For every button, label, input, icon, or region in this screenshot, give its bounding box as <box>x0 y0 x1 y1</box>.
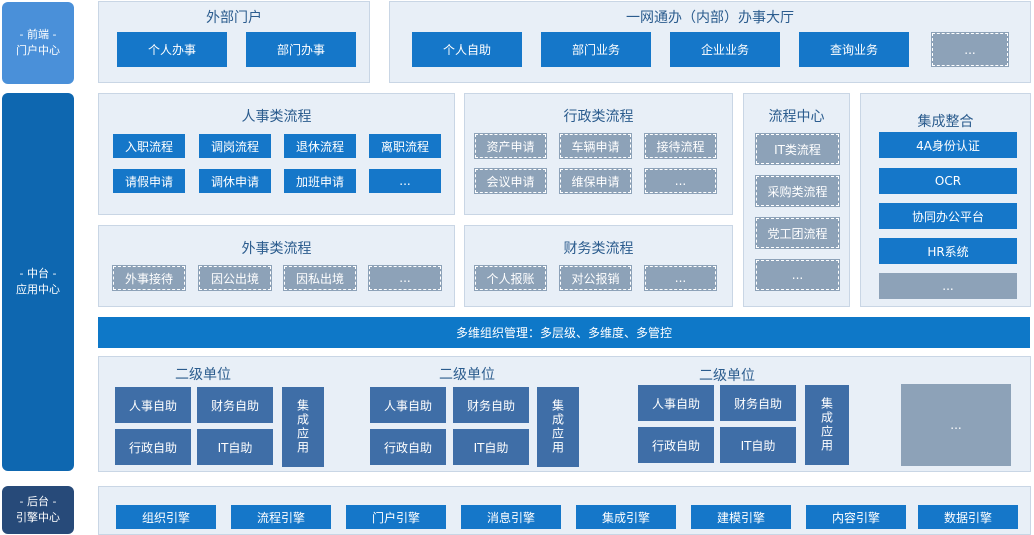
sidebar-middle-sublabel: 应用中心 <box>16 283 60 296</box>
procurement-process-button[interactable]: 采购类流程 <box>755 175 840 207</box>
integration-title: 集成整合 <box>917 114 974 130</box>
sidebar-back-engine-center: - 后台 - 引擎中心 <box>2 486 74 534</box>
unit-3-app-button[interactable]: 集成应用 <box>805 385 849 465</box>
foreign-more-button[interactable]: ... <box>368 265 442 291</box>
private-exit-button[interactable]: 因私出境 <box>283 265 357 291</box>
hr-transfer-button[interactable]: 调岗流程 <box>199 134 271 158</box>
query-business-button[interactable]: 查询业务 <box>799 32 909 67</box>
hr-resignation-button[interactable]: 离职流程 <box>369 134 441 158</box>
admin-maintenance-button[interactable]: 维保申请 <box>559 168 632 194</box>
process-center-more-button[interactable]: ... <box>755 259 840 291</box>
message-engine-button[interactable]: 消息引擎 <box>461 505 561 529</box>
sidebar-back-sublabel: 引擎中心 <box>16 511 60 524</box>
integration-panel: 集成整合 4A身份认证 OCR 协同办公平台 HR系统 ... <box>860 93 1031 307</box>
department-business-button[interactable]: 部门业务 <box>541 32 651 67</box>
unit-3-title: 二级单位 <box>699 368 755 384</box>
foreign-reception-button[interactable]: 外事接待 <box>112 265 186 291</box>
hr-process-title: 人事类流程 <box>241 109 312 125</box>
party-union-process-button[interactable]: 党工团流程 <box>755 217 840 249</box>
sidebar-middle-app-center: - 中台 - 应用中心 <box>2 93 74 471</box>
unit-2-finance-button[interactable]: 财务自助 <box>453 387 529 423</box>
it-process-button[interactable]: IT类流程 <box>755 133 840 165</box>
modeling-engine-button[interactable]: 建模引擎 <box>691 505 791 529</box>
hr-onboarding-button[interactable]: 入职流程 <box>113 134 185 158</box>
enterprise-business-button[interactable]: 企业业务 <box>670 32 780 67</box>
sidebar-back-label: - 后台 - <box>19 495 57 508</box>
hr-compensatory-leave-button[interactable]: 调休申请 <box>199 169 271 193</box>
sidebar-front-sublabel: 门户中心 <box>16 44 60 57</box>
org-engine-button[interactable]: 组织引擎 <box>116 505 216 529</box>
integration-more-button[interactable]: ... <box>879 273 1017 299</box>
personal-affairs-button[interactable]: 个人办事 <box>117 32 227 67</box>
unit-1-app-button[interactable]: 集成应用 <box>282 387 324 467</box>
process-center-panel: 流程中心 IT类流程 采购类流程 党工团流程 ... <box>743 93 850 307</box>
finance-more-button[interactable]: ... <box>644 265 717 291</box>
data-engine-button[interactable]: 数据引擎 <box>918 505 1018 529</box>
sidebar-middle-label: - 中台 - <box>19 267 57 280</box>
more-portal-button[interactable]: ... <box>931 32 1009 67</box>
unit-1-hr-button[interactable]: 人事自助 <box>115 387 191 423</box>
hr-system-button[interactable]: HR系统 <box>879 238 1017 264</box>
process-center-title: 流程中心 <box>768 109 825 125</box>
admin-reception-button[interactable]: 接待流程 <box>644 133 717 159</box>
sidebar-front-portal-center: - 前端 - 门户中心 <box>2 2 74 84</box>
multi-org-management-bar: 多维组织管理：多层级、多维度、多管控 <box>98 317 1030 348</box>
unit-1-it-button[interactable]: IT自助 <box>197 429 273 465</box>
units-more-block[interactable]: ... <box>901 384 1011 466</box>
admin-process-title: 行政类流程 <box>563 109 634 125</box>
unit-2-app-button[interactable]: 集成应用 <box>537 387 579 467</box>
unit-2-admin-button[interactable]: 行政自助 <box>370 429 446 465</box>
4a-auth-button[interactable]: 4A身份认证 <box>879 132 1017 158</box>
secondary-units-panel: 二级单位 人事自助 财务自助 行政自助 IT自助 集成应用 二级单位 人事自助 … <box>98 356 1031 472</box>
sidebar-front-label: - 前端 - <box>19 28 57 41</box>
process-engine-button[interactable]: 流程引擎 <box>231 505 331 529</box>
unit-3-it-button[interactable]: IT自助 <box>720 427 796 463</box>
hr-process-panel: 人事类流程 入职流程 调岗流程 退休流程 离职流程 请假申请 调休申请 加班申请… <box>98 93 455 215</box>
finance-process-title: 财务类流程 <box>563 241 634 257</box>
foreign-process-title: 外事类流程 <box>241 241 312 257</box>
unit-1-admin-button[interactable]: 行政自助 <box>115 429 191 465</box>
official-exit-button[interactable]: 因公出境 <box>198 265 272 291</box>
finance-process-panel: 财务类流程 个人报账 对公报销 ... <box>464 225 733 307</box>
personal-self-service-button[interactable]: 个人自助 <box>412 32 522 67</box>
hr-more-button[interactable]: ... <box>369 169 441 193</box>
admin-asset-button[interactable]: 资产申请 <box>474 133 547 159</box>
unit-1-title: 二级单位 <box>175 367 231 383</box>
unit-1-finance-button[interactable]: 财务自助 <box>197 387 273 423</box>
hr-overtime-button[interactable]: 加班申请 <box>284 169 356 193</box>
admin-meeting-button[interactable]: 会议申请 <box>474 168 547 194</box>
engine-panel: 组织引擎 流程引擎 门户引擎 消息引擎 集成引擎 建模引擎 内容引擎 数据引擎 <box>98 486 1031 535</box>
unit-3-finance-button[interactable]: 财务自助 <box>720 385 796 421</box>
personal-reimbursement-button[interactable]: 个人报账 <box>474 265 547 291</box>
portal-engine-button[interactable]: 门户引擎 <box>346 505 446 529</box>
content-engine-button[interactable]: 内容引擎 <box>806 505 906 529</box>
admin-more-button[interactable]: ... <box>644 168 717 194</box>
admin-vehicle-button[interactable]: 车辆申请 <box>559 133 632 159</box>
external-portal-panel: 外部门户 个人办事 部门办事 <box>98 1 370 83</box>
external-portal-title: 外部门户 <box>206 10 262 26</box>
hr-retirement-button[interactable]: 退休流程 <box>284 134 356 158</box>
unit-2-it-button[interactable]: IT自助 <box>453 429 529 465</box>
unit-3-admin-button[interactable]: 行政自助 <box>638 427 714 463</box>
unit-2-hr-button[interactable]: 人事自助 <box>370 387 446 423</box>
hr-leave-button[interactable]: 请假申请 <box>113 169 185 193</box>
integration-engine-button[interactable]: 集成引擎 <box>576 505 676 529</box>
department-affairs-button[interactable]: 部门办事 <box>246 32 356 67</box>
unit-3-hr-button[interactable]: 人事自助 <box>638 385 714 421</box>
internal-portal-title: 一网通办（内部）办事大厅 <box>626 10 794 26</box>
admin-process-panel: 行政类流程 资产申请 车辆申请 接待流程 会议申请 维保申请 ... <box>464 93 733 215</box>
corporate-reimbursement-button[interactable]: 对公报销 <box>559 265 632 291</box>
collab-office-button[interactable]: 协同办公平台 <box>879 203 1017 229</box>
unit-2-title: 二级单位 <box>439 367 495 383</box>
foreign-process-panel: 外事类流程 外事接待 因公出境 因私出境 ... <box>98 225 455 307</box>
ocr-button[interactable]: OCR <box>879 168 1017 194</box>
internal-portal-panel: 一网通办（内部）办事大厅 个人自助 部门业务 企业业务 查询业务 ... <box>389 1 1031 83</box>
